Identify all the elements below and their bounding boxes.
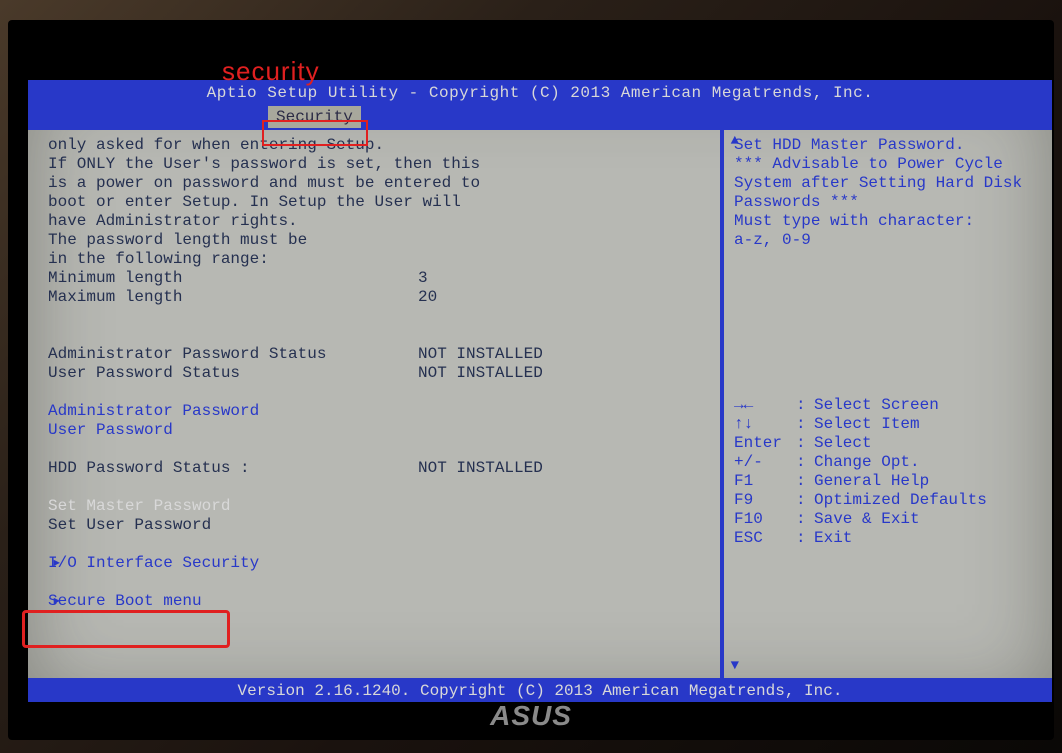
admin-status-value: NOT INSTALLED [418, 345, 716, 364]
help-line: Passwords *** [734, 193, 1044, 212]
intro-line: only asked for when entering Setup. [48, 136, 716, 155]
max-length-value: 20 [418, 288, 716, 307]
legend-key: +/- [734, 453, 796, 472]
vendor-logo: ASUS [490, 700, 572, 732]
max-length-label: Maximum length [48, 288, 418, 307]
annotation-security-label: security [222, 56, 320, 87]
legend-text: Select Screen [814, 396, 939, 415]
user-status-label: User Password Status [48, 364, 418, 383]
help-line: Set HDD Master Password. [734, 136, 1044, 155]
help-text: Set HDD Master Password. *** Advisable t… [734, 136, 1044, 396]
legend-text: Optimized Defaults [814, 491, 987, 510]
tab-row: Security [28, 106, 1052, 128]
legend-text: Select Item [814, 415, 920, 434]
intro-line: have Administrator rights. [48, 212, 716, 231]
min-length-label: Minimum length [48, 269, 418, 288]
set-user-password-item[interactable]: Set User Password [48, 516, 716, 535]
help-line: System after Setting Hard Disk [734, 174, 1044, 193]
right-pane: Set HDD Master Password. *** Advisable t… [724, 130, 1052, 678]
key-legend: →←:Select Screen ↑↓:Select Item Enter:Se… [734, 396, 1044, 548]
help-line: *** Advisable to Power Cycle [734, 155, 1044, 174]
hdd-status-value: NOT INSTALLED [418, 459, 716, 478]
legend-text: Save & Exit [814, 510, 920, 529]
intro-line: If ONLY the User's password is set, then… [48, 155, 716, 174]
help-line: a-z, 0-9 [734, 231, 1044, 250]
bios-title: Aptio Setup Utility - Copyright (C) 2013… [28, 80, 1052, 106]
secure-boot-menu-item[interactable]: Secure Boot menu [48, 592, 202, 610]
intro-line: is a power on password and must be enter… [48, 174, 716, 193]
legend-key: ↑↓ [734, 415, 796, 434]
legend-key: →← [734, 396, 796, 415]
legend-text: Change Opt. [814, 453, 920, 472]
help-line: Must type with character: [734, 212, 1044, 231]
user-password-item[interactable]: User Password [48, 421, 716, 440]
legend-key: Enter [734, 434, 796, 453]
intro-line: boot or enter Setup. In Setup the User w… [48, 193, 716, 212]
legend-key: F10 [734, 510, 796, 529]
admin-status-label: Administrator Password Status [48, 345, 418, 364]
legend-key: F1 [734, 472, 796, 491]
legend-key: ESC [734, 529, 796, 548]
user-status-value: NOT INSTALLED [418, 364, 716, 383]
set-master-password-item[interactable]: Set Master Password [48, 497, 716, 516]
left-pane: ▲ ▼ only asked for when entering Setup. … [28, 130, 724, 678]
io-interface-security-item[interactable]: I/O Interface Security [48, 554, 259, 572]
intro-line: in the following range: [48, 250, 716, 269]
legend-text: Exit [814, 529, 852, 548]
administrator-password-item[interactable]: Administrator Password [48, 402, 716, 421]
min-length-value: 3 [418, 269, 716, 288]
legend-key: F9 [734, 491, 796, 510]
annotation-box-security-tab [262, 120, 368, 146]
chevron-right-icon: ▸ [52, 592, 62, 611]
legend-text: Select [814, 434, 872, 453]
hdd-status-label: HDD Password Status : [48, 459, 418, 478]
bios-footer: Version 2.16.1240. Copyright (C) 2013 Am… [28, 680, 1052, 702]
intro-line: The password length must be [48, 231, 716, 250]
bios-screen: Aptio Setup Utility - Copyright (C) 2013… [28, 80, 1052, 700]
annotation-box-secure-boot [22, 610, 230, 648]
legend-text: General Help [814, 472, 929, 491]
chevron-right-icon: ▸ [52, 554, 62, 573]
